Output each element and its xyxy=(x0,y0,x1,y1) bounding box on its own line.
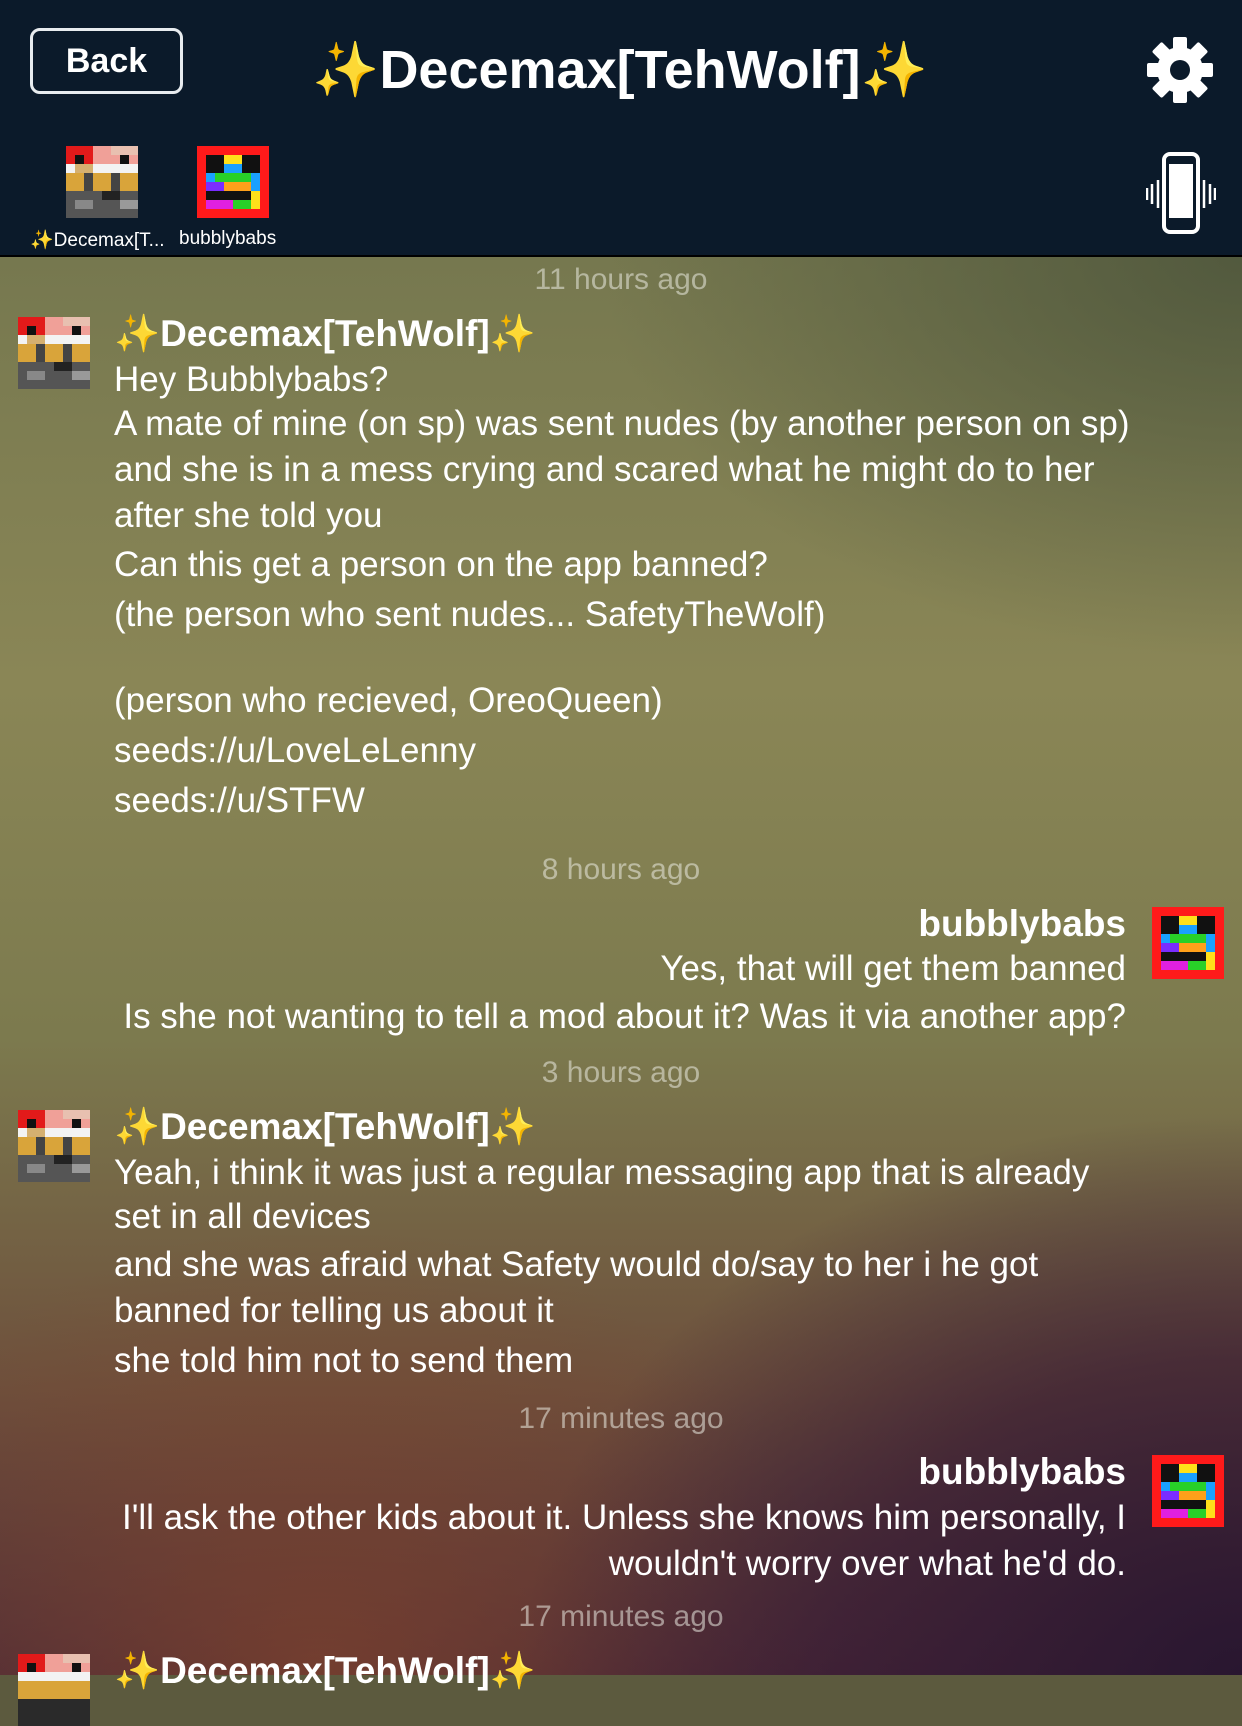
message-line: A mate of mine (on sp) was sent nudes (b… xyxy=(114,404,1130,443)
message-line: and she was afraid what Safety would do/… xyxy=(114,1245,1039,1284)
chat-header: Back ✨Decemax[TehWolf]✨ ✨Decemax[T... bu… xyxy=(0,0,1242,257)
message-line: (the person who sent nudes... SafetyTheW… xyxy=(114,595,826,634)
pixel-rainbow-avatar[interactable] xyxy=(1152,907,1224,979)
timestamp: 11 hours ago xyxy=(534,263,708,296)
pixel-wolf-avatar[interactable] xyxy=(18,317,90,389)
pixel-wolf-avatar[interactable] xyxy=(18,1654,90,1726)
message-line: seeds://u/STFW xyxy=(114,781,365,820)
sender-name: ✨Decemax[TehWolf]✨ xyxy=(114,1650,536,1691)
vibrate-phone-icon[interactable] xyxy=(1145,152,1217,236)
message-line: she told him not to send them xyxy=(114,1341,574,1380)
back-button[interactable]: Back xyxy=(30,28,183,94)
message-line: banned for telling us about it xyxy=(114,1291,554,1330)
message-text: Yeah, i think it was just a regular mess… xyxy=(114,1150,1089,1384)
message-line: Hey Bubblybabs? xyxy=(114,360,389,399)
message-line: Is she not wanting to tell a mod about i… xyxy=(123,997,1126,1036)
message-line: and she is in a mess crying and scared w… xyxy=(114,450,1095,489)
message-line: Yes, that will get them banned xyxy=(660,949,1126,988)
sender-name: bubblybabs xyxy=(918,903,1126,944)
message-text: Hey Bubblybabs? A mate of mine (on sp) w… xyxy=(114,357,1130,824)
pixel-rainbow-avatar[interactable] xyxy=(1152,1455,1224,1527)
timestamp: 17 minutes ago xyxy=(518,1402,724,1435)
message-line: wouldn't worry over what he'd do. xyxy=(608,1544,1126,1583)
sender-name: bubblybabs xyxy=(918,1451,1126,1492)
participant-name: bubblybabs xyxy=(179,228,277,249)
message-line: Yeah, i think it was just a regular mess… xyxy=(114,1153,1090,1192)
participant-bubblybabs[interactable]: bubblybabs xyxy=(179,146,276,249)
pixel-rainbow-avatar xyxy=(197,146,269,218)
message-line: seeds://u/LoveLeLenny xyxy=(114,731,476,770)
timestamp: 8 hours ago xyxy=(541,853,701,886)
sender-name: ✨Decemax[TehWolf]✨ xyxy=(114,313,536,354)
message-line: set in all devices xyxy=(114,1197,371,1236)
pixel-wolf-avatar[interactable] xyxy=(18,1110,90,1182)
participant-decemax[interactable]: ✨Decemax[T... xyxy=(30,146,165,251)
pixel-wolf-avatar xyxy=(66,146,138,218)
participant-name: ✨Decemax[T... xyxy=(30,230,165,251)
message-line: I'll ask the other kids about it. Unless… xyxy=(122,1498,1126,1537)
message-text: Yes, that will get them banned Is she no… xyxy=(123,946,1126,1040)
chat-title: ✨Decemax[TehWolf]✨ xyxy=(312,40,928,100)
message-line: Can this get a person on the app banned? xyxy=(114,545,768,584)
message-line: (person who recieved, OreoQueen) xyxy=(114,681,663,720)
gear-icon[interactable] xyxy=(1146,36,1214,104)
message-line: after she told you xyxy=(114,496,383,535)
sender-name: ✨Decemax[TehWolf]✨ xyxy=(114,1106,536,1147)
message-list[interactable]: 11 hours ago ✨Decemax[TehWolf]✨ Hey Bubb… xyxy=(0,257,1242,1726)
timestamp: 3 hours ago xyxy=(541,1056,701,1089)
timestamp: 17 minutes ago xyxy=(518,1600,724,1633)
message-text: I'll ask the other kids about it. Unless… xyxy=(122,1495,1126,1587)
